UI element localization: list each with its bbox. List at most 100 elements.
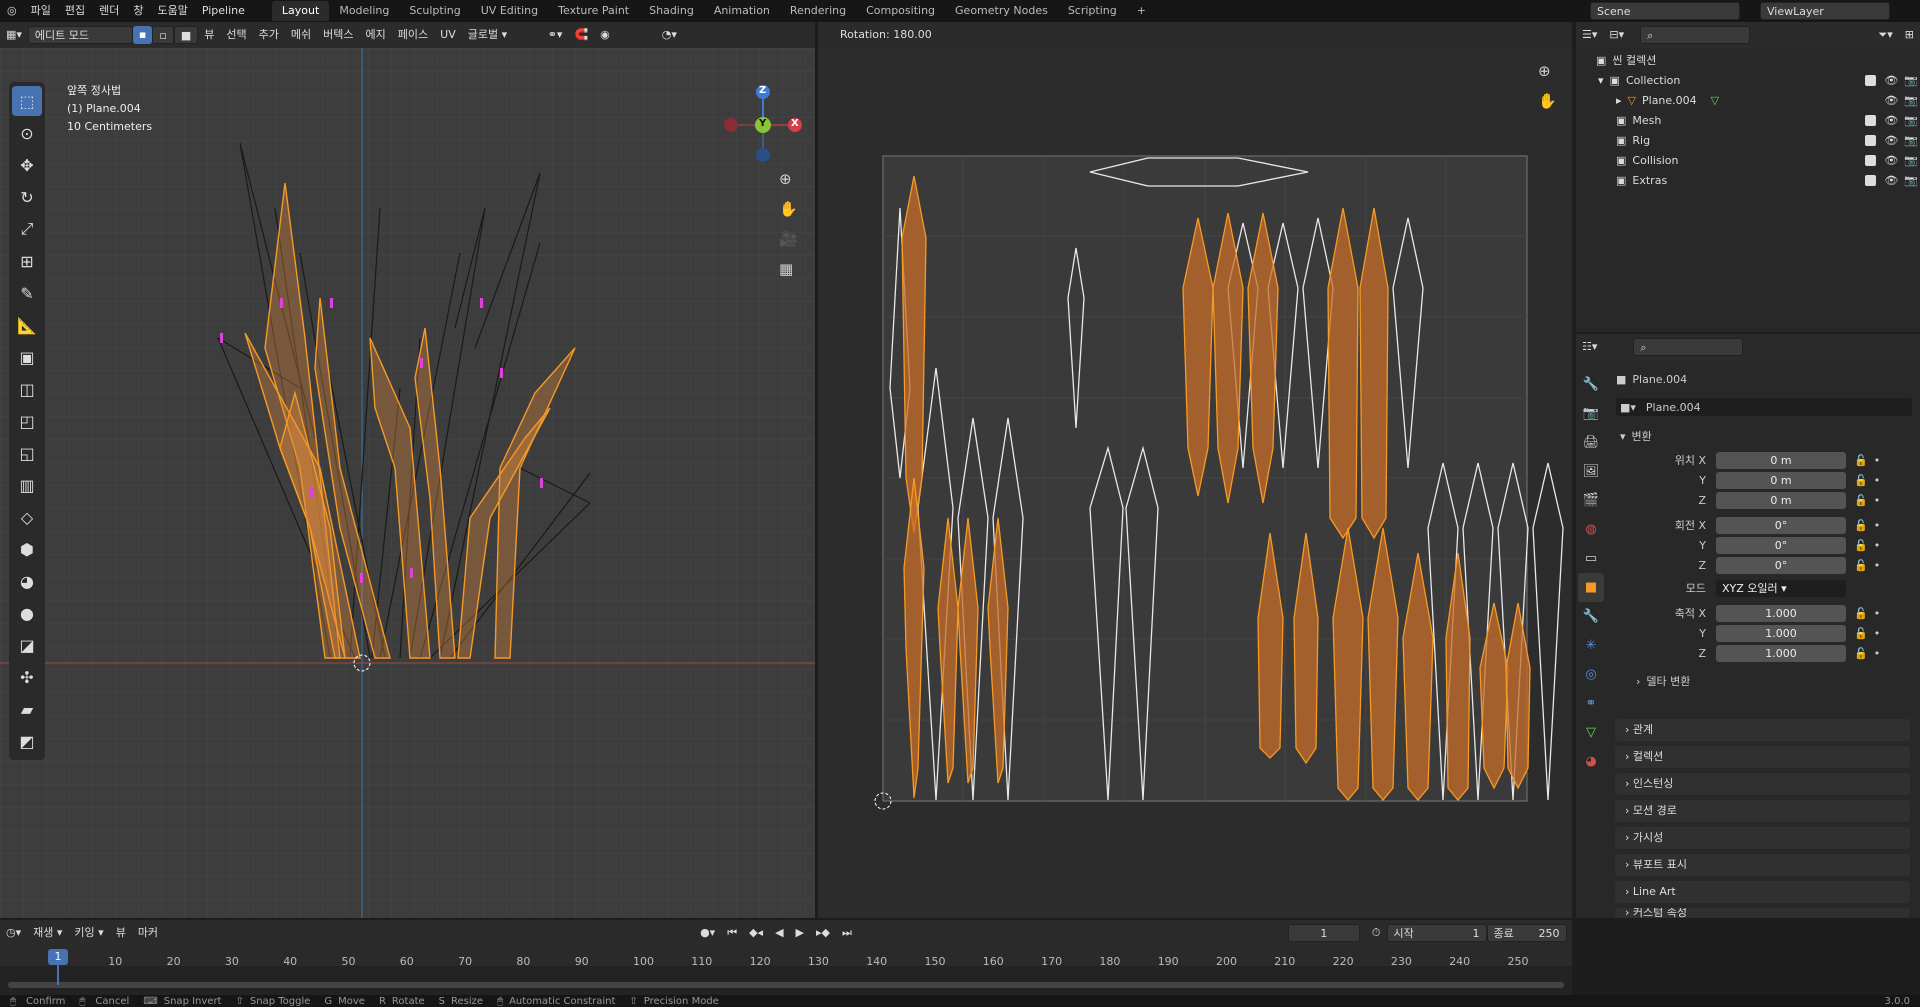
render-camera-icon[interactable]: 📷 <box>1904 174 1918 187</box>
physics-tab-icon[interactable]: ◎ <box>1578 660 1604 689</box>
smooth-tool-icon[interactable]: ● <box>12 598 42 628</box>
lock-icon[interactable]: 🔓 <box>1854 627 1868 640</box>
properties-editor-icon[interactable]: ☷▾ <box>1576 338 1603 356</box>
lock-icon[interactable]: 🔓 <box>1854 539 1868 552</box>
edge-slide-tool-icon[interactable]: ◪ <box>12 630 42 660</box>
menu-keying[interactable]: 키잉 ▾ <box>68 924 109 942</box>
menu-timeline-view[interactable]: 뷰 <box>110 924 132 942</box>
menu-uv[interactable]: UV <box>434 26 462 44</box>
jump-end-icon[interactable]: ⏭ <box>836 924 858 942</box>
panel-instancing[interactable]: › 인스턴싱 <box>1615 773 1910 795</box>
panel-motion-paths[interactable]: › 모션 경로 <box>1615 800 1910 822</box>
visibility-eye-icon[interactable]: 👁 <box>1884 174 1898 187</box>
uv-zoom-icon[interactable]: ⊕ <box>1538 62 1551 80</box>
menu-edge[interactable]: 에지 <box>360 26 392 44</box>
render-tab-icon[interactable]: 📷 <box>1578 399 1604 428</box>
record-icon[interactable]: ●▾ <box>694 924 721 942</box>
rip-tool-icon[interactable]: ◩ <box>12 726 42 756</box>
scale-x-field[interactable]: 1.000 <box>1716 604 1846 622</box>
scale-tool-icon[interactable]: ⤢ <box>12 214 42 244</box>
exclude-checkbox[interactable] <box>1865 174 1877 186</box>
lock-icon[interactable]: 🔓 <box>1854 454 1868 467</box>
menu-face[interactable]: 페이스 <box>392 26 434 44</box>
shrink-fatten-tool-icon[interactable]: ✣ <box>12 662 42 692</box>
shear-tool-icon[interactable]: ▰ <box>12 694 42 724</box>
exclude-checkbox[interactable] <box>1865 114 1877 126</box>
uv-pan-hand-icon[interactable]: ✋ <box>1538 92 1557 110</box>
expand-icon[interactable]: ▸ <box>1616 94 1622 107</box>
outliner-item-mesh[interactable]: ▣ Mesh 👁 📷 <box>1616 110 1918 130</box>
add-cube-tool-icon[interactable]: ▣ <box>12 342 42 372</box>
visibility-eye-icon[interactable]: 👁 <box>1884 134 1898 147</box>
transform-orientation[interactable]: 글로벌 ▾ <box>462 26 542 44</box>
tab-compositing[interactable]: Compositing <box>856 1 945 21</box>
outliner-scene-collection[interactable]: ▣ 씬 컬렉션 <box>1596 50 1656 70</box>
keyframe-dot-icon[interactable]: • <box>1874 494 1881 507</box>
keyframe-dot-icon[interactable]: • <box>1874 607 1881 620</box>
lock-icon[interactable]: 🔓 <box>1854 474 1868 487</box>
tab-geometry-nodes[interactable]: Geometry Nodes <box>945 1 1058 21</box>
outliner-editor-icon[interactable]: ☰▾ <box>1576 26 1603 44</box>
select-box-tool-icon[interactable]: ⬚ <box>12 86 42 116</box>
menu-edit[interactable]: 편집 <box>58 0 92 22</box>
scale-y-field[interactable]: 1.000 <box>1716 624 1846 642</box>
tab-layout[interactable]: Layout <box>271 1 330 21</box>
expand-icon[interactable]: ▾ <box>1598 74 1604 87</box>
move-tool-icon[interactable]: ✥ <box>12 150 42 180</box>
panel-line-art[interactable]: › Line Art <box>1615 881 1910 903</box>
keyframe-dot-icon[interactable]: • <box>1874 627 1881 640</box>
tab-shading[interactable]: Shading <box>639 1 704 21</box>
face-select-icon[interactable]: ■ <box>173 26 199 44</box>
keyframe-dot-icon[interactable]: • <box>1874 454 1881 467</box>
keyframe-dot-icon[interactable]: • <box>1874 519 1881 532</box>
render-camera-icon[interactable]: 📷 <box>1904 94 1918 107</box>
viewport-3d[interactable]: Z Y X 앞쪽 정사법 (1) Plane.004 10 Centimeter… <box>0 48 815 918</box>
pan-hand-icon[interactable]: ✋ <box>779 200 798 218</box>
properties-search-input[interactable]: ⌕ <box>1633 338 1744 356</box>
particles-tab-icon[interactable]: ✳ <box>1578 631 1604 660</box>
extrude-tool-icon[interactable]: ◫ <box>12 374 42 404</box>
pivot-icon[interactable]: ⚭▾ <box>542 26 569 44</box>
menu-select[interactable]: 선택 <box>220 26 252 44</box>
stopwatch-icon[interactable]: ⏱ <box>1366 924 1387 942</box>
next-keyframe-icon[interactable]: ▸◆ <box>810 924 836 942</box>
tab-modeling[interactable]: Modeling <box>329 1 399 21</box>
bevel-tool-icon[interactable]: ◱ <box>12 438 42 468</box>
keyframe-dot-icon[interactable]: • <box>1874 647 1881 660</box>
filter-icon[interactable]: ⏷▾ <box>1872 26 1898 44</box>
snap-icon[interactable]: 🧲 <box>568 26 594 44</box>
lock-icon[interactable]: 🔓 <box>1854 647 1868 660</box>
output-tab-icon[interactable]: 🖨 <box>1578 428 1604 457</box>
render-camera-icon[interactable]: 📷 <box>1904 154 1918 167</box>
annotate-tool-icon[interactable]: ✎ <box>12 278 42 308</box>
tab-animation[interactable]: Animation <box>704 1 780 21</box>
panel-relations[interactable]: › 관계 <box>1615 719 1910 741</box>
proportional-icon[interactable]: ◉ <box>594 26 616 44</box>
poly-build-tool-icon[interactable]: ⬢ <box>12 534 42 564</box>
mode-selector[interactable]: 에디트 모드 <box>27 26 133 44</box>
menu-playback[interactable]: 재생 ▾ <box>27 924 68 942</box>
panel-viewport-display[interactable]: › 뷰포트 표시 <box>1615 854 1910 876</box>
menu-vertex[interactable]: 버텍스 <box>317 26 359 44</box>
tab-sculpting[interactable]: Sculpting <box>399 1 470 21</box>
uv-editor[interactable]: ⊕ ✋ <box>818 48 1572 918</box>
prev-keyframe-icon[interactable]: ◆◂ <box>743 924 769 942</box>
outliner-item-collision[interactable]: ▣ Collision 👁 📷 <box>1616 150 1918 170</box>
menu-marker[interactable]: 마커 <box>132 924 164 942</box>
menu-help[interactable]: 도움말 <box>150 0 194 22</box>
scene-tab-icon[interactable]: 🎬 <box>1578 486 1604 515</box>
tab-texture-paint[interactable]: Texture Paint <box>548 1 639 21</box>
location-z-field[interactable]: 0 m <box>1716 491 1846 509</box>
menu-file[interactable]: 파일 <box>24 0 58 22</box>
zoom-icon[interactable]: ⊕ <box>779 170 792 188</box>
add-workspace-icon[interactable]: + <box>1127 1 1156 21</box>
tab-scripting[interactable]: Scripting <box>1058 1 1127 21</box>
new-collection-icon[interactable]: ⊞ <box>1899 26 1920 44</box>
visibility-eye-icon[interactable]: 👁 <box>1884 114 1898 127</box>
menu-mesh[interactable]: 메쉬 <box>285 26 317 44</box>
spin-tool-icon[interactable]: ◕ <box>12 566 42 596</box>
material-tab-icon[interactable]: ◕ <box>1578 747 1604 776</box>
exclude-checkbox[interactable] <box>1865 74 1877 86</box>
rotation-y-field[interactable]: 0° <box>1716 536 1846 554</box>
lock-icon[interactable]: 🔓 <box>1854 559 1868 572</box>
